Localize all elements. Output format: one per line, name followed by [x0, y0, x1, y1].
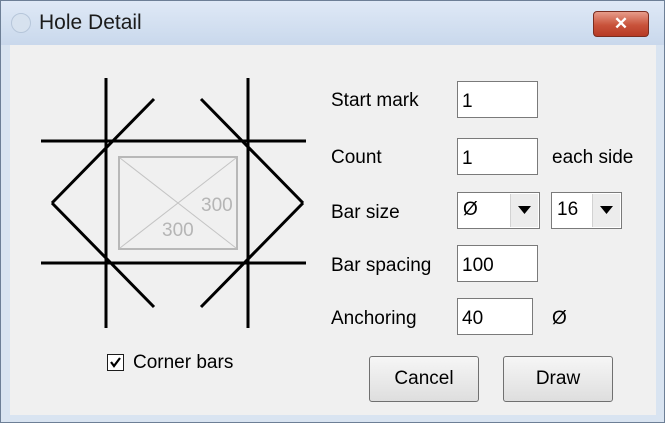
bar-spacing-label: Bar spacing — [331, 255, 432, 276]
count-input[interactable] — [457, 138, 538, 175]
chevron-down-icon — [600, 206, 613, 214]
hole-dimension-horizontal: 300 — [162, 220, 194, 241]
draw-button[interactable]: Draw — [503, 356, 613, 402]
bar-type-select[interactable]: Ø — [457, 192, 540, 229]
cancel-button[interactable]: Cancel — [369, 356, 479, 402]
hole-detail-dialog: Hole Detail ✕ 300 300 Corner bars Start … — [0, 0, 665, 423]
app-icon — [11, 13, 31, 33]
hole-detail-diagram: 300 300 — [41, 78, 306, 328]
bar-size-label: Bar size — [331, 202, 400, 223]
anchoring-unit: Ø — [552, 308, 567, 329]
start-mark-input[interactable] — [457, 81, 538, 118]
close-icon: ✕ — [613, 14, 629, 33]
corner-bars-label: Corner bars — [133, 352, 234, 373]
anchoring-label: Anchoring — [331, 308, 417, 329]
bar-size-value: 16 — [557, 199, 579, 220]
window-title: Hole Detail — [39, 11, 142, 34]
bar-type-value: Ø — [463, 199, 478, 220]
hole-dimension-vertical: 300 — [201, 195, 233, 216]
corner-bars-checkbox[interactable] — [107, 354, 124, 371]
start-mark-label: Start mark — [331, 90, 419, 111]
close-button[interactable]: ✕ — [593, 11, 649, 37]
anchoring-input[interactable] — [457, 298, 533, 335]
chevron-down-icon — [518, 206, 531, 214]
bar-spacing-input[interactable] — [457, 245, 538, 282]
count-suffix: each side — [552, 147, 634, 168]
title-bar[interactable]: Hole Detail ✕ — [1, 1, 664, 45]
count-label: Count — [331, 147, 382, 168]
checkmark-icon — [110, 357, 121, 368]
dialog-body: 300 300 Corner bars Start mark Count eac… — [10, 45, 656, 415]
bar-size-dropdown-arrow[interactable] — [592, 194, 620, 227]
bar-size-select[interactable]: 16 — [551, 192, 622, 229]
bar-type-dropdown-arrow[interactable] — [510, 194, 538, 227]
